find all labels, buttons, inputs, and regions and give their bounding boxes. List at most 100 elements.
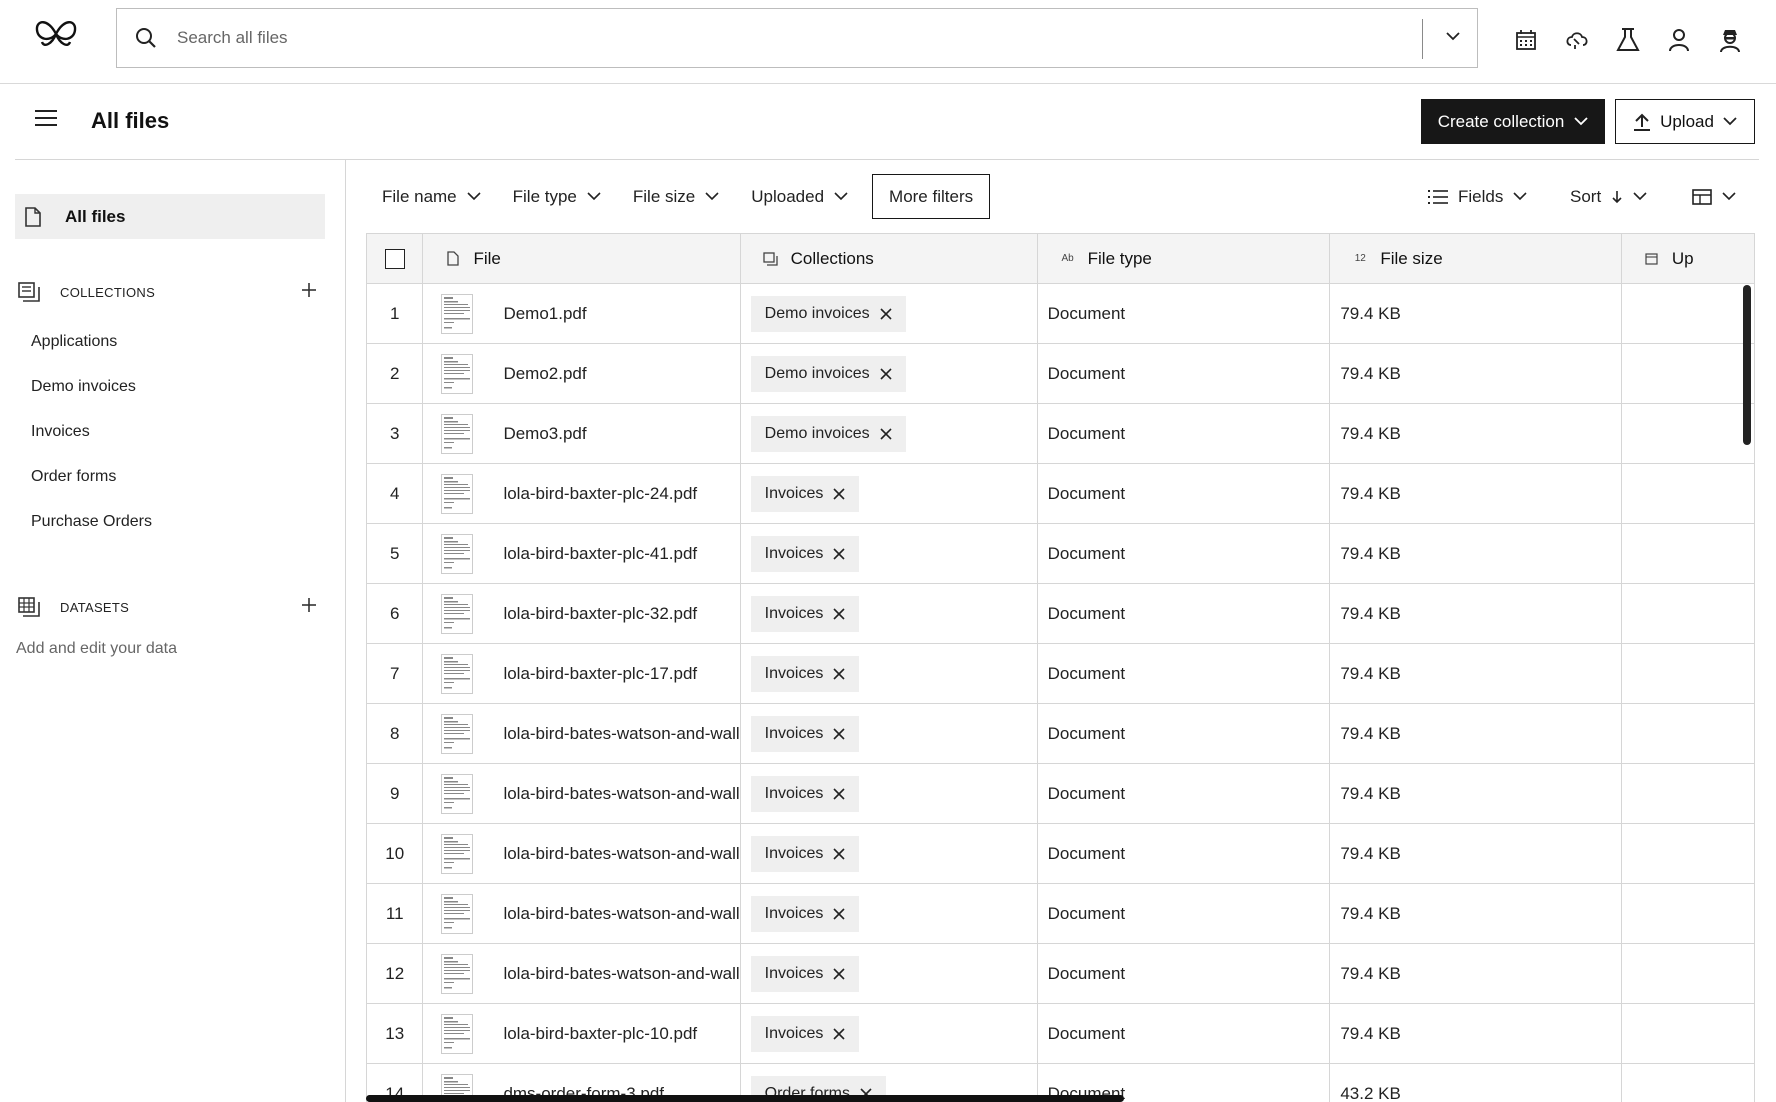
remove-tag-close-icon[interactable] — [833, 847, 845, 860]
file-cell[interactable]: lola-bird-bates-watson-and-wall — [422, 823, 741, 884]
table-row[interactable]: 10 lola-bird-bates-watson-and-wall Invoice… — [367, 823, 1755, 884]
more-filters-button[interactable]: More filters — [872, 174, 991, 219]
table-row[interactable]: 2 Demo2.pdf Demo invoices Document 79.4 KB — [367, 343, 1755, 404]
column-header-collections[interactable]: Collections — [740, 233, 1038, 284]
horizontal-scrollbar[interactable] — [366, 1095, 1124, 1102]
file-name[interactable]: Demo2.pdf — [503, 364, 586, 384]
table-row[interactable]: 8 lola-bird-bates-watson-and-wall Invoices… — [367, 703, 1755, 764]
remove-tag-close-icon[interactable] — [880, 307, 892, 320]
add-collection-plus-icon[interactable] — [301, 282, 317, 298]
file-name[interactable]: Demo3.pdf — [503, 424, 586, 444]
file-name[interactable]: lola-bird-bates-watson-and-wall — [503, 724, 739, 744]
file-cell[interactable]: lola-bird-baxter-plc-32.pdf — [422, 583, 741, 644]
file-name[interactable]: lola-bird-bates-watson-and-wall — [503, 904, 739, 924]
file-cell[interactable]: lola-bird-baxter-plc-41.pdf — [422, 523, 741, 584]
collection-tag[interactable]: Invoices — [750, 535, 860, 572]
file-cell[interactable]: Demo3.pdf — [422, 403, 741, 464]
table-row[interactable]: 11 lola-bird-bates-watson-and-wall Invoice… — [367, 883, 1755, 944]
collection-tag[interactable]: Invoices — [750, 1015, 860, 1052]
remove-tag-close-icon[interactable] — [833, 1027, 845, 1040]
vertical-scrollbar[interactable] — [1743, 285, 1751, 445]
column-header-file[interactable]: File — [422, 233, 741, 284]
table-row[interactable]: 9 lola-bird-bates-watson-and-wall Invoices… — [367, 763, 1755, 824]
collection-tag[interactable]: Invoices — [750, 715, 860, 752]
remove-tag-close-icon[interactable] — [833, 667, 845, 680]
file-name[interactable]: lola-bird-baxter-plc-32.pdf — [503, 604, 697, 624]
collection-tag[interactable]: Invoices — [750, 775, 860, 812]
table-row[interactable]: 7 lola-bird-baxter-plc-17.pdf Invoices Docu… — [367, 643, 1755, 704]
table-row[interactable]: 6 lola-bird-baxter-plc-32.pdf Invoices Docu… — [367, 583, 1755, 644]
file-name[interactable]: lola-bird-baxter-plc-17.pdf — [503, 664, 697, 684]
file-name[interactable]: lola-bird-bates-watson-and-wall — [503, 784, 739, 804]
collection-tag[interactable]: Invoices — [750, 835, 860, 872]
app-logo[interactable] — [34, 14, 78, 54]
search-options-chevron-down-icon[interactable] — [1445, 31, 1461, 41]
table-row[interactable]: 1 Demo1.pdf Demo invoices Document 79.4 KB — [367, 283, 1755, 344]
remove-tag-close-icon[interactable] — [880, 427, 892, 440]
sidebar-item-all-files[interactable]: All files — [15, 194, 325, 239]
filter-file-type[interactable]: File type — [497, 174, 617, 219]
collection-tag[interactable]: Demo invoices — [750, 355, 906, 392]
flask-icon[interactable] — [1602, 20, 1653, 60]
sort-button[interactable]: Sort — [1570, 174, 1647, 219]
remove-tag-close-icon[interactable] — [833, 967, 845, 980]
select-all-checkbox[interactable] — [384, 248, 405, 269]
remove-tag-close-icon[interactable] — [880, 367, 892, 380]
file-cell[interactable]: Demo2.pdf — [422, 343, 741, 404]
collection-tag[interactable]: Invoices — [750, 955, 860, 992]
remove-tag-close-icon[interactable] — [833, 907, 845, 920]
filter-file-name[interactable]: File name — [366, 174, 497, 219]
collection-tag[interactable]: Invoices — [750, 595, 860, 632]
file-name[interactable]: lola-bird-bates-watson-and-wall — [503, 964, 739, 984]
table-row[interactable]: 5 lola-bird-baxter-plc-41.pdf Invoices Docu… — [367, 523, 1755, 584]
agent-icon[interactable] — [1704, 20, 1755, 60]
table-row[interactable]: 3 Demo3.pdf Demo invoices Document 79.4 KB — [367, 403, 1755, 464]
collection-tag[interactable]: Invoices — [750, 475, 860, 512]
file-cell[interactable]: lola-bird-baxter-plc-10.pdf — [422, 1003, 741, 1064]
file-name[interactable]: Demo1.pdf — [503, 304, 586, 324]
file-cell[interactable]: lola-bird-bates-watson-and-wall — [422, 703, 741, 764]
file-name[interactable]: lola-bird-bates-watson-and-wall — [503, 844, 739, 864]
user-icon[interactable] — [1653, 20, 1704, 60]
collection-tag[interactable]: Demo invoices — [750, 415, 906, 452]
table-row[interactable]: 4 lola-bird-baxter-plc-24.pdf Invoices Docu… — [367, 463, 1755, 524]
create-collection-button[interactable]: Create collection — [1421, 99, 1605, 144]
column-header-file-size[interactable]: 12 File size — [1329, 233, 1622, 284]
view-layout-button[interactable] — [1692, 174, 1736, 219]
collection-tag[interactable]: Invoices — [750, 895, 860, 932]
table-row[interactable]: 13 lola-bird-baxter-plc-10.pdf Invoices Doc… — [367, 1003, 1755, 1064]
collection-tag[interactable]: Demo invoices — [750, 295, 906, 332]
filter-uploaded[interactable]: Uploaded — [735, 174, 864, 219]
file-cell[interactable]: lola-bird-baxter-plc-17.pdf — [422, 643, 741, 704]
remove-tag-close-icon[interactable] — [833, 607, 845, 620]
upload-button[interactable]: Upload — [1615, 99, 1755, 144]
collection-tag[interactable]: Invoices — [750, 655, 860, 692]
file-name[interactable]: lola-bird-baxter-plc-10.pdf — [503, 1024, 697, 1044]
sidebar-item-collection[interactable]: Invoices — [31, 423, 90, 441]
sidebar-item-collection[interactable]: Demo invoices — [31, 378, 136, 396]
sidebar-item-collection[interactable]: Purchase Orders — [31, 513, 152, 531]
file-cell[interactable]: lola-bird-bates-watson-and-wall — [422, 943, 741, 1004]
sidebar-item-collection[interactable]: Order forms — [31, 468, 116, 486]
file-cell[interactable]: lola-bird-bates-watson-and-wall — [422, 883, 741, 944]
table-row[interactable]: 12 lola-bird-bates-watson-and-wall Invoice… — [367, 943, 1755, 1004]
file-cell[interactable]: lola-bird-bates-watson-and-wall — [422, 763, 741, 824]
sidebar-item-collection[interactable]: Applications — [31, 333, 117, 351]
remove-tag-close-icon[interactable] — [833, 787, 845, 800]
filter-file-size[interactable]: File size — [617, 174, 735, 219]
calendar-icon[interactable] — [1500, 20, 1551, 60]
file-name[interactable]: lola-bird-baxter-plc-41.pdf — [503, 544, 697, 564]
file-name[interactable]: lola-bird-baxter-plc-24.pdf — [503, 484, 697, 504]
cloud-link-icon[interactable] — [1551, 20, 1602, 60]
search-input[interactable] — [177, 21, 1327, 55]
file-cell[interactable]: lola-bird-baxter-plc-24.pdf — [422, 463, 741, 524]
column-header-uploaded[interactable]: Up — [1621, 233, 1755, 284]
add-dataset-plus-icon[interactable] — [301, 597, 317, 613]
fields-button[interactable]: Fields — [1428, 174, 1527, 219]
remove-tag-close-icon[interactable] — [833, 547, 845, 560]
remove-tag-close-icon[interactable] — [833, 727, 845, 740]
column-header-file-type[interactable]: Ab File type — [1037, 233, 1331, 284]
file-cell[interactable]: Demo1.pdf — [422, 283, 741, 344]
menu-icon[interactable] — [34, 108, 58, 128]
remove-tag-close-icon[interactable] — [833, 487, 845, 500]
